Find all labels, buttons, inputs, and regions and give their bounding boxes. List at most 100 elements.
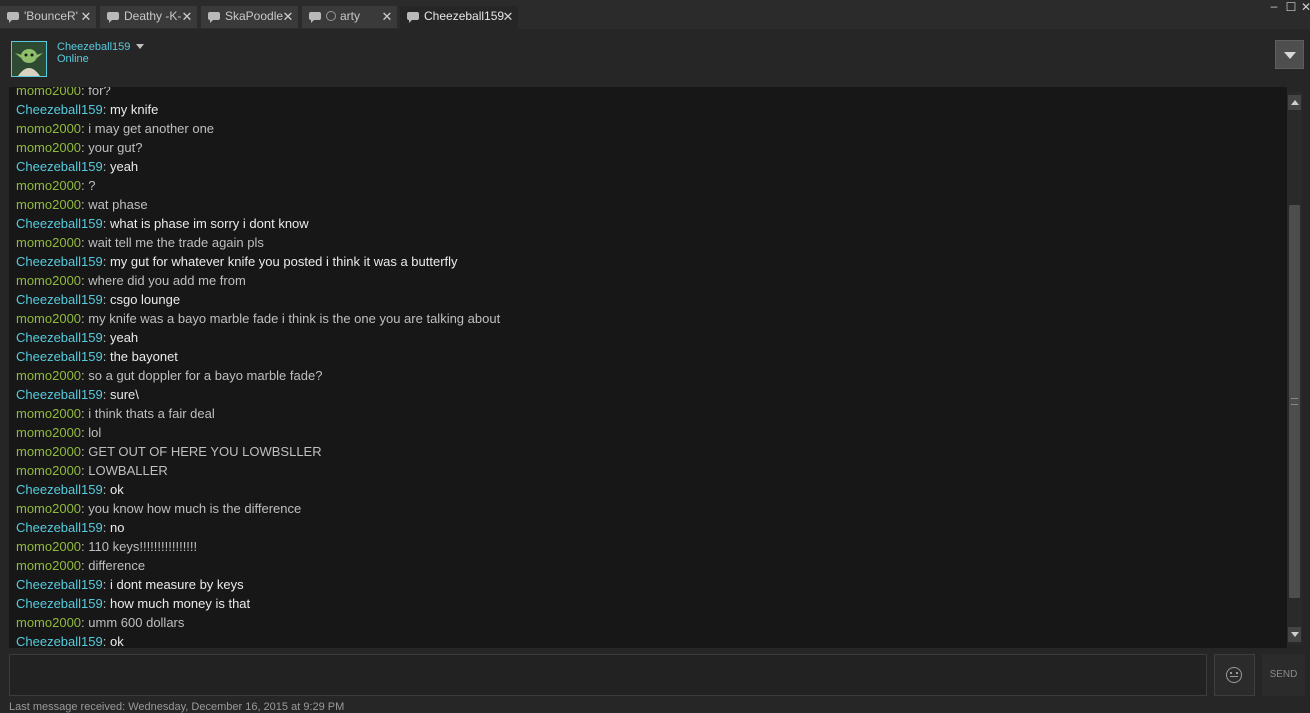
- message-text: my knife was a bayo marble fade i think …: [88, 311, 501, 326]
- message-sender[interactable]: momo2000: [16, 406, 81, 421]
- message-sender[interactable]: momo2000: [16, 368, 81, 383]
- close-tab-icon[interactable]: ✕: [502, 6, 514, 27]
- tab-label: arty: [340, 9, 361, 23]
- message-sender[interactable]: Cheezeball159: [16, 349, 103, 364]
- chat-message: momo2000: you know how much is the diffe…: [16, 499, 500, 518]
- send-button[interactable]: SEND: [1262, 654, 1305, 696]
- message-sender[interactable]: momo2000: [16, 558, 81, 573]
- chat-bubble-icon: [208, 12, 220, 23]
- last-message-status: Last message received: Wednesday, Decemb…: [9, 701, 345, 713]
- message-separator: :: [102, 349, 110, 364]
- message-separator: :: [102, 387, 110, 402]
- message-text: where did you add me from: [88, 273, 246, 288]
- scroll-down-arrow-icon[interactable]: [1288, 627, 1301, 642]
- message-sender[interactable]: momo2000: [16, 444, 81, 459]
- message-separator: :: [102, 634, 110, 648]
- message-input[interactable]: [9, 654, 1207, 696]
- chat-message: momo2000: your gut?: [16, 138, 500, 157]
- message-separator: :: [102, 520, 110, 535]
- message-sender[interactable]: momo2000: [16, 197, 81, 212]
- chat-message: momo2000: LOWBALLER: [16, 461, 500, 480]
- chat-message: Cheezeball159: yeah: [16, 157, 500, 176]
- message-sender[interactable]: Cheezeball159: [16, 596, 103, 611]
- chat-bubble-icon: [407, 12, 419, 23]
- message-sender[interactable]: momo2000: [16, 311, 81, 326]
- chat-message: Cheezeball159: yeah: [16, 328, 500, 347]
- message-sender[interactable]: Cheezeball159: [16, 216, 103, 231]
- message-text: yeah: [109, 330, 139, 345]
- message-sender[interactable]: Cheezeball159: [16, 387, 103, 402]
- chat-bubble-icon: [309, 12, 321, 23]
- message-text: lol: [88, 425, 102, 440]
- message-sender[interactable]: momo2000: [16, 235, 81, 250]
- away-status-icon: [326, 11, 336, 21]
- message-sender[interactable]: momo2000: [16, 178, 81, 193]
- tab-cheezeball159[interactable]: Cheezeball159 ✕: [400, 6, 518, 29]
- message-sender[interactable]: Cheezeball159: [16, 482, 103, 497]
- message-text: i think thats a fair deal: [88, 406, 215, 421]
- message-sender[interactable]: Cheezeball159: [16, 292, 103, 307]
- chat-message: Cheezeball159: how much money is that: [16, 594, 500, 613]
- message-sender[interactable]: momo2000: [16, 463, 81, 478]
- chat-message: momo2000: GET OUT OF HERE YOU LOWBSLLER: [16, 442, 500, 461]
- avatar[interactable]: [11, 41, 47, 77]
- message-text: you know how much is the difference: [88, 501, 302, 516]
- close-tab-icon[interactable]: ✕: [80, 6, 92, 27]
- message-sender[interactable]: momo2000: [16, 273, 81, 288]
- message-sender[interactable]: momo2000: [16, 425, 81, 440]
- message-text: LOWBALLER: [88, 463, 168, 478]
- message-text: what is phase im sorry i dont know: [109, 216, 309, 231]
- message-text: no: [109, 520, 125, 535]
- user-status: Online: [57, 53, 89, 65]
- message-sender[interactable]: Cheezeball159: [16, 254, 103, 269]
- message-text: my gut for whatever knife you posted i t…: [109, 254, 458, 269]
- scrollbar[interactable]: [1287, 92, 1302, 644]
- message-sender[interactable]: momo2000: [16, 539, 81, 554]
- close-tab-icon[interactable]: ✕: [282, 6, 294, 27]
- scrollbar-thumb[interactable]: [1289, 205, 1300, 598]
- message-text: your gut?: [88, 140, 143, 155]
- tab-deathy[interactable]: Deathy -K- ✕: [100, 6, 197, 28]
- message-text: i dont measure by keys: [109, 577, 244, 592]
- message-sender[interactable]: momo2000: [16, 121, 81, 136]
- message-text: my knife: [109, 102, 159, 117]
- message-text: ?: [88, 178, 96, 193]
- tab-bouncer[interactable]: 'BounceR' ✕: [0, 6, 96, 28]
- chat-message: Cheezeball159: ok: [16, 632, 500, 648]
- message-text: wait tell me the trade again pls: [88, 235, 264, 250]
- message-sender[interactable]: Cheezeball159: [16, 520, 103, 535]
- scroll-up-arrow-icon[interactable]: [1288, 95, 1301, 110]
- message-separator: :: [102, 577, 110, 592]
- tab-label: Deathy -K-: [124, 9, 182, 23]
- message-separator: :: [102, 482, 110, 497]
- tab-arty[interactable]: arty ✕: [302, 6, 397, 28]
- message-sender[interactable]: Cheezeball159: [16, 330, 103, 345]
- message-separator: :: [102, 216, 110, 231]
- emoticon-button[interactable]: [1214, 654, 1255, 696]
- message-separator: :: [102, 596, 110, 611]
- message-sender[interactable]: Cheezeball159: [16, 159, 103, 174]
- minimize-icon[interactable]: –: [1266, 0, 1282, 13]
- message-sender[interactable]: Cheezeball159: [16, 577, 103, 592]
- message-sender[interactable]: momo2000: [16, 140, 81, 155]
- chat-message: momo2000: my knife was a bayo marble fad…: [16, 309, 500, 328]
- message-sender[interactable]: momo2000: [16, 87, 81, 98]
- message-text: ok: [109, 482, 124, 497]
- close-tab-icon[interactable]: ✕: [181, 6, 193, 27]
- chat-options-button[interactable]: [1275, 40, 1304, 69]
- message-sender[interactable]: momo2000: [16, 615, 81, 630]
- close-tab-icon[interactable]: ✕: [381, 6, 393, 27]
- message-sender[interactable]: momo2000: [16, 501, 81, 516]
- chevron-down-icon[interactable]: [136, 44, 145, 49]
- close-window-icon[interactable]: ✕: [1298, 0, 1310, 14]
- message-sender[interactable]: Cheezeball159: [16, 102, 103, 117]
- message-text: 110 keys!!!!!!!!!!!!!!!!: [88, 539, 198, 554]
- maximize-icon[interactable]: ☐: [1283, 0, 1299, 14]
- username[interactable]: Cheezeball159: [57, 41, 145, 53]
- message-sender[interactable]: Cheezeball159: [16, 634, 103, 648]
- message-text: so a gut doppler for a bayo marble fade?: [88, 368, 323, 383]
- tab-skapoodle[interactable]: SkaPoodle ✕: [201, 6, 298, 28]
- chat-message: momo2000: ?: [16, 176, 500, 195]
- chat-message: momo2000: lol: [16, 423, 500, 442]
- tab-label: SkaPoodle: [225, 9, 284, 23]
